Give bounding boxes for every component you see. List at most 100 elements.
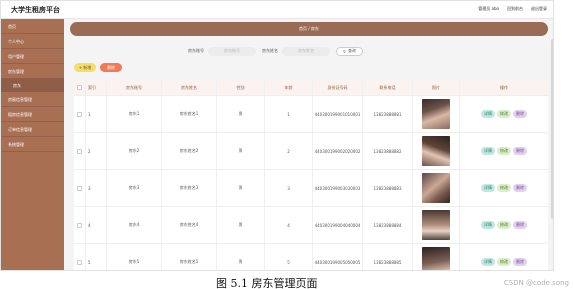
- row-checkbox-cell[interactable]: [74, 96, 86, 132]
- row-checkbox-cell[interactable]: [74, 207, 86, 243]
- delete-button[interactable]: 删除: [513, 258, 527, 266]
- search-button-label: 查询: [347, 48, 356, 53]
- edit-button[interactable]: 修改: [497, 258, 511, 266]
- header-checkbox-cell[interactable]: [74, 80, 86, 95]
- search-icon: ⚲: [343, 48, 346, 54]
- cell-name: 房东姓名2: [162, 133, 217, 169]
- delete-button[interactable]: 删除: [513, 147, 527, 155]
- cell-index: 1: [86, 96, 107, 132]
- detail-button[interactable]: 详情: [481, 221, 495, 229]
- edit-button[interactable]: 修改: [497, 184, 511, 192]
- cell-age: 1: [265, 96, 313, 132]
- sidebar-item-users[interactable]: 用户管理: [1, 49, 64, 64]
- table-header: 索引 房东账号 房东姓名 性别 年龄 身份证号码 联系电话 照片 操作: [74, 80, 548, 96]
- delete-button[interactable]: 删除: [513, 184, 527, 192]
- cell-gender: 男: [217, 133, 265, 169]
- sidebar-subitem-landlord[interactable]: 房东: [1, 79, 64, 92]
- table-row: 3 房东3 房东姓名3 男 3 440300199003030003 13823…: [74, 170, 548, 207]
- detail-button[interactable]: 详情: [481, 258, 495, 266]
- search-input-account[interactable]: 房东账号: [208, 46, 256, 56]
- cell-phone: 13823888885: [363, 244, 413, 270]
- watermark: CSDN @code.song: [503, 279, 569, 287]
- header-name: 房东姓名: [162, 80, 217, 95]
- landlord-photo: [422, 173, 450, 203]
- header-account: 房东账号: [107, 80, 162, 95]
- cell-index: 5: [86, 244, 107, 270]
- cell-index: 3: [86, 170, 107, 206]
- cell-gender: 男: [217, 244, 265, 270]
- row-checkbox-cell[interactable]: [74, 244, 86, 270]
- cell-actions: 详情 修改 删除: [460, 207, 548, 243]
- cell-id-number: 440300199004040004: [313, 207, 363, 243]
- landlord-photo: [422, 210, 450, 240]
- search-label-name: 房东姓名: [262, 48, 278, 53]
- cell-name: 房东姓名4: [162, 207, 217, 243]
- row-checkbox-cell[interactable]: [74, 133, 86, 169]
- cell-name: 房东姓名1: [162, 96, 217, 132]
- user-label: 管理员 abo: [478, 6, 499, 11]
- row-checkbox[interactable]: [77, 111, 82, 117]
- table-row: 2 房东2 房东姓名2 男 2 440300199002020002 13823…: [74, 133, 548, 170]
- search-button[interactable]: ⚲ 查询: [336, 46, 363, 56]
- table-row: 1 房东1 房东姓名1 男 1 440300199001010001 13823…: [74, 96, 548, 133]
- cell-account: 房东2: [107, 133, 162, 169]
- row-checkbox[interactable]: [77, 185, 82, 191]
- cell-index: 2: [86, 133, 107, 169]
- cell-actions: 详情 修改 删除: [460, 133, 548, 169]
- table-row: 4 房东4 房东姓名4 男 4 440300199004040004 13823…: [74, 207, 548, 244]
- cell-phone: 13823888882: [363, 133, 413, 169]
- detail-button[interactable]: 详情: [481, 147, 495, 155]
- edit-button[interactable]: 修改: [497, 221, 511, 229]
- header-index: 索引: [86, 80, 107, 95]
- cell-phone: 13823888884: [363, 207, 413, 243]
- sidebar-item-rentals[interactable]: 租房信息管理: [1, 107, 64, 122]
- logout-link[interactable]: 退出登录: [531, 6, 547, 12]
- header-age: 年龄: [265, 80, 313, 95]
- cell-photo: [413, 96, 460, 132]
- row-checkbox[interactable]: [77, 222, 82, 228]
- batch-delete-button[interactable]: 删除: [100, 63, 122, 72]
- select-all-checkbox[interactable]: [77, 85, 82, 90]
- cell-phone: 13823888881: [363, 96, 413, 132]
- cell-photo: [413, 133, 460, 169]
- add-button[interactable]: + 新增: [74, 63, 96, 72]
- row-actions: 详情 修改 删除: [481, 110, 527, 118]
- row-checkbox[interactable]: [77, 148, 82, 154]
- front-link[interactable]: 回到前台: [507, 6, 523, 12]
- sidebar-item-orders[interactable]: 订单信息管理: [1, 122, 64, 137]
- cell-photo: [413, 244, 460, 270]
- action-bar: + 新增 删除: [74, 63, 122, 72]
- edit-button[interactable]: 修改: [497, 147, 511, 155]
- search-label-account: 房东账号: [188, 48, 204, 53]
- cell-photo: [413, 207, 460, 243]
- delete-button[interactable]: 删除: [513, 221, 527, 229]
- sidebar-item-landlords[interactable]: 房东管理: [1, 64, 64, 79]
- sidebar: 首页 个人中心 用户管理 房东管理 房东 房屋信息管理 租房信息管理 订单信息管…: [1, 19, 64, 270]
- sidebar-item-system[interactable]: 系统管理: [1, 137, 64, 152]
- sidebar-item-houses[interactable]: 房屋信息管理: [1, 92, 64, 107]
- figure-caption: 图 5.1 房东管理页面: [216, 277, 318, 289]
- row-actions: 详情 修改 删除: [481, 221, 527, 229]
- header-id-number: 身份证号码: [313, 80, 363, 95]
- cell-account: 房东1: [107, 96, 162, 132]
- cell-name: 房东姓名5: [162, 244, 217, 270]
- row-checkbox[interactable]: [77, 259, 82, 265]
- sidebar-item-home[interactable]: 首页: [1, 19, 64, 34]
- sidebar-item-profile[interactable]: 个人中心: [1, 34, 64, 49]
- row-actions: 详情 修改 删除: [481, 147, 527, 155]
- cell-account: 房东4: [107, 207, 162, 243]
- scrollbar[interactable]: [551, 39, 553, 219]
- row-actions: 详情 修改 删除: [481, 258, 527, 266]
- table-row: 5 房东5 房东姓名5 男 5 440300199005050005 13823…: [74, 244, 548, 270]
- screenshot-frame: 大学生租房平台 管理员 abo 回到前台 退出登录 首页 个人中心 用户管理 房…: [0, 0, 554, 271]
- delete-button[interactable]: 删除: [513, 110, 527, 118]
- row-checkbox-cell[interactable]: [74, 170, 86, 206]
- cell-actions: 详情 修改 删除: [460, 170, 548, 206]
- detail-button[interactable]: 详情: [481, 184, 495, 192]
- search-input-name[interactable]: 房东姓名: [282, 46, 330, 56]
- cell-index: 4: [86, 207, 107, 243]
- edit-button[interactable]: 修改: [497, 110, 511, 118]
- detail-button[interactable]: 详情: [481, 110, 495, 118]
- cell-gender: 男: [217, 96, 265, 132]
- row-actions: 详情 修改 删除: [481, 184, 527, 192]
